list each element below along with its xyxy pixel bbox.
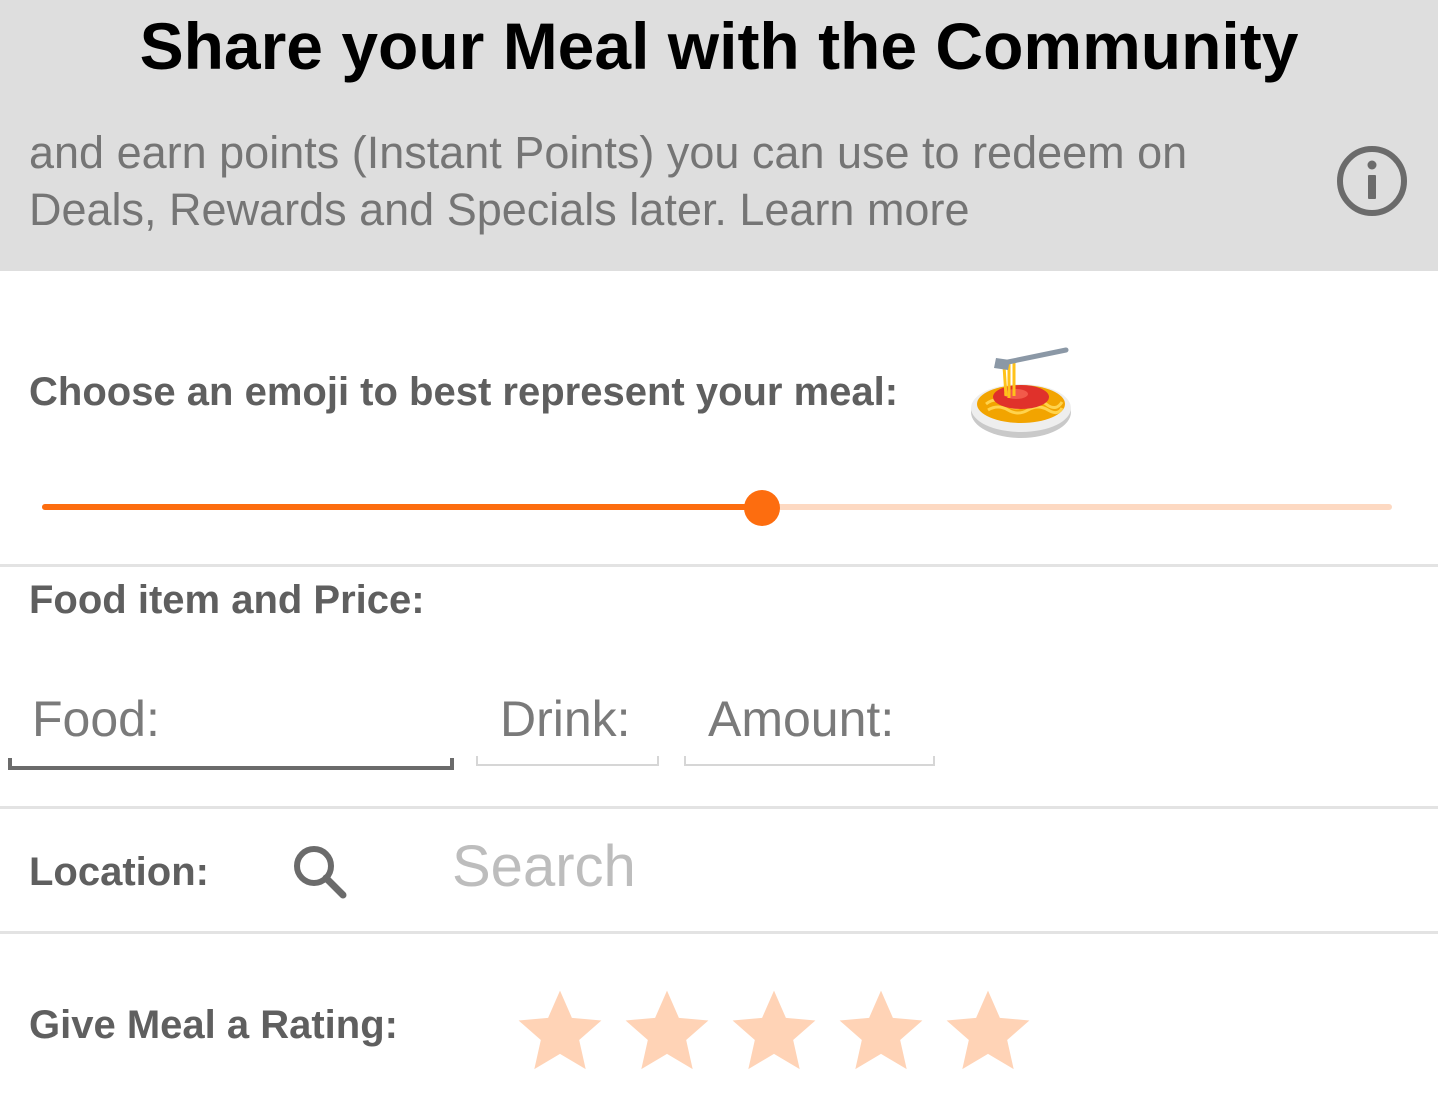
rating-label: Give Meal a Rating: bbox=[29, 1003, 398, 1047]
food-placeholder: Food: bbox=[32, 691, 160, 747]
star-icon[interactable] bbox=[835, 986, 927, 1072]
star-icon[interactable] bbox=[728, 986, 820, 1072]
location-search-input[interactable] bbox=[440, 826, 1352, 906]
emoji-slider[interactable] bbox=[42, 485, 1392, 530]
slider-track-filled bbox=[42, 504, 762, 510]
food-section-label: Food item and Price: bbox=[29, 578, 425, 622]
divider bbox=[0, 564, 1438, 567]
divider bbox=[0, 931, 1438, 934]
search-icon[interactable] bbox=[290, 842, 350, 902]
location-label: Location: bbox=[29, 850, 209, 894]
amount-input[interactable]: Amount: bbox=[684, 680, 935, 766]
points-description[interactable]: and earn points (Instant Points) you can… bbox=[29, 124, 1299, 238]
star-icon[interactable] bbox=[942, 986, 1034, 1072]
drink-input[interactable]: Drink: bbox=[476, 680, 659, 766]
divider bbox=[0, 806, 1438, 809]
star-icon[interactable] bbox=[621, 986, 713, 1072]
header-banner: Share your Meal with the Community and e… bbox=[0, 0, 1438, 271]
food-input[interactable]: Food: bbox=[8, 680, 454, 770]
spaghetti-emoji-icon[interactable] bbox=[966, 346, 1076, 446]
amount-placeholder: Amount: bbox=[708, 691, 895, 747]
star-icon[interactable] bbox=[514, 986, 606, 1072]
page-title: Share your Meal with the Community bbox=[139, 9, 1299, 83]
drink-placeholder: Drink: bbox=[500, 691, 631, 747]
info-icon[interactable] bbox=[1336, 145, 1408, 217]
emoji-label: Choose an emoji to best represent your m… bbox=[29, 370, 899, 414]
slider-thumb[interactable] bbox=[743, 490, 780, 526]
star-rating[interactable] bbox=[514, 986, 1049, 1072]
